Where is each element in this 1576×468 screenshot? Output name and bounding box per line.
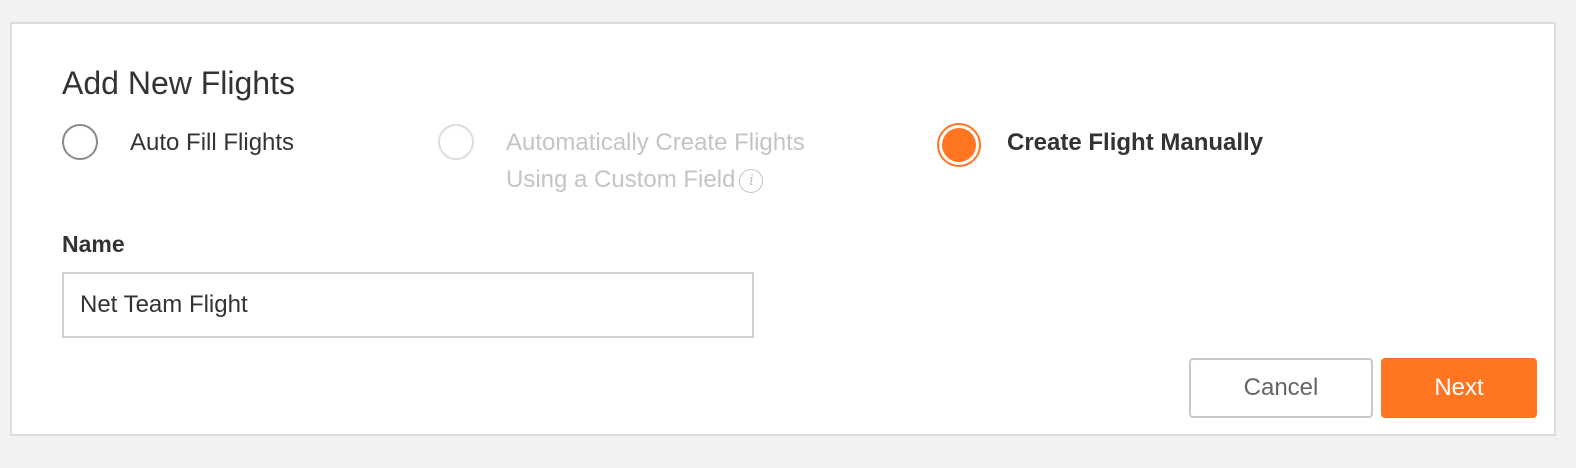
radio-custom-field-flights bbox=[438, 124, 474, 160]
add-flights-dialog: Add New Flights Auto Fill Flights Automa… bbox=[10, 22, 1556, 436]
next-button[interactable]: Next bbox=[1381, 358, 1537, 418]
option-label-custom-field-line1: Automatically Create Flights bbox=[506, 129, 805, 156]
option-label-custom-field-line2: Using a Custom Field bbox=[506, 166, 736, 193]
option-label-auto-fill: Auto Fill Flights bbox=[130, 129, 295, 156]
info-icon[interactable]: i bbox=[739, 169, 764, 193]
cancel-button[interactable]: Cancel bbox=[1189, 358, 1373, 418]
name-input[interactable] bbox=[62, 272, 754, 338]
radio-selected-dot bbox=[942, 128, 976, 162]
radio-auto-fill-flights[interactable] bbox=[62, 124, 98, 160]
radio-create-flight-manually[interactable] bbox=[937, 123, 981, 167]
dialog-title: Add New Flights bbox=[62, 65, 295, 101]
name-field-label: Name bbox=[62, 231, 125, 257]
option-label-manual: Create Flight Manually bbox=[1007, 129, 1264, 156]
option-label-custom-field: Automatically Create Flights Using a Cus… bbox=[506, 124, 805, 198]
